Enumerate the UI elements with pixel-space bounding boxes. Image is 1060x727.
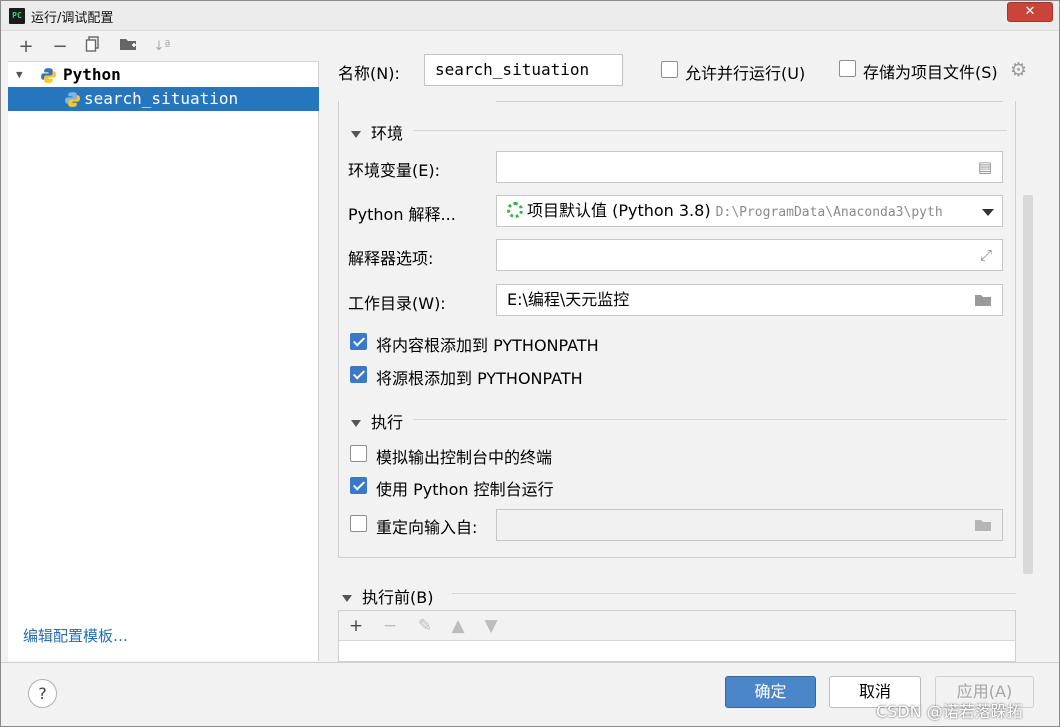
env-vars-label: 环境变量(E):: [348, 161, 440, 180]
ok-button[interactable]: 确定: [725, 676, 816, 708]
section-divider: [413, 130, 1007, 131]
working-dir-field[interactable]: E:\编程\天元监控: [496, 284, 1003, 316]
python-file-icon: [65, 92, 80, 107]
add-task-icon[interactable]: +: [345, 615, 367, 637]
allow-parallel-checkbox[interactable]: [661, 61, 678, 78]
help-button[interactable]: ?: [28, 679, 57, 708]
env-vars-field[interactable]: ▤: [496, 151, 1003, 183]
interpreter-label: Python 解释...: [348, 205, 456, 224]
working-dir-label: 工作目录(W):: [348, 294, 446, 313]
title-bar: PC 运行/调试配置 ✕: [1, 1, 1059, 31]
redirect-input-checkbox[interactable]: [350, 515, 367, 532]
execution-section-header[interactable]: 执行: [351, 409, 403, 433]
name-label: 名称(N):: [338, 64, 400, 83]
vertical-scrollbar[interactable]: [1023, 195, 1033, 574]
tree-item-search-situation[interactable]: search_situation: [8, 87, 319, 111]
chevron-down-icon[interactable]: ▼: [16, 63, 23, 87]
add-content-roots-label: 将内容根添加到 PYTHONPATH: [376, 336, 599, 355]
python-icon: [41, 68, 56, 83]
emulate-terminal-label: 模拟输出控制台中的终端: [376, 448, 553, 467]
collapse-arrow-icon: [351, 131, 361, 138]
new-folder-icon[interactable]: [117, 36, 139, 58]
interpreter-path: D:\ProgramData\Anaconda3\pyth: [715, 205, 943, 220]
allow-parallel-label: 允许并行运行(U): [685, 64, 806, 83]
add-content-roots-checkbox[interactable]: [350, 333, 367, 350]
add-source-roots-label: 将源根添加到 PYTHONPATH: [376, 369, 583, 388]
edit-config-templates-link[interactable]: 编辑配置模板…: [23, 625, 128, 646]
sort-icon[interactable]: ↓ª: [151, 36, 173, 58]
folder-icon[interactable]: [974, 285, 992, 315]
before-launch-toolbar: + − ✎ ▲ ▼: [339, 611, 1015, 641]
use-python-console-checkbox[interactable]: [350, 477, 367, 494]
run-debug-config-dialog: PC 运行/调试配置 ✕ + − ↓ª ▼ Python search_situ: [0, 0, 1060, 727]
remove-config-icon[interactable]: −: [49, 36, 71, 58]
use-python-console-label: 使用 Python 控制台运行: [376, 480, 554, 499]
window-title: 运行/调试配置: [31, 11, 114, 26]
copy-config-icon[interactable]: [82, 36, 104, 58]
emulate-terminal-checkbox[interactable]: [350, 445, 367, 462]
section-divider: [452, 593, 1016, 594]
execution-section-title: 执行: [371, 413, 404, 432]
config-tree-panel: + − ↓ª ▼ Python search_situation 编辑配置模板…: [8, 32, 319, 661]
working-dir-value: E:\编程\天元监控: [507, 290, 630, 309]
move-down-icon[interactable]: ▼: [480, 615, 502, 637]
watermark: CSDN @诺若落跺拓: [876, 702, 1023, 721]
tree-group-label: Python: [63, 65, 121, 84]
tree-group-python[interactable]: ▼ Python: [8, 63, 319, 87]
move-up-icon[interactable]: ▲: [447, 615, 469, 637]
folder-icon[interactable]: [974, 510, 992, 540]
tree-item-label: search_situation: [84, 89, 239, 108]
redirect-input-field[interactable]: [496, 509, 1003, 541]
expand-icon[interactable]: ⤢: [980, 240, 992, 270]
config-scroll-area: 环境 环境变量(E): ▤ Python 解释... 项目默认值 (Python…: [338, 101, 1016, 558]
config-tree: ▼ Python search_situation: [8, 63, 319, 111]
interpreter-select[interactable]: 项目默认值 (Python 3.8) D:\ProgramData\Anacon…: [496, 195, 1003, 227]
close-button[interactable]: ✕: [1007, 2, 1053, 22]
store-as-file-label: 存储为项目文件(S): [863, 63, 998, 82]
config-tree-toolbar: + − ↓ª: [8, 32, 319, 62]
before-launch-section-header[interactable]: 执行前(B): [342, 584, 433, 608]
environment-section-header[interactable]: 环境: [351, 120, 403, 144]
collapse-arrow-icon: [342, 595, 352, 602]
copy-icon: [85, 36, 99, 52]
before-launch-task-list: + − ✎ ▲ ▼: [338, 610, 1016, 662]
section-divider: [413, 419, 1007, 420]
add-config-icon[interactable]: +: [15, 36, 37, 58]
before-launch-title: 执行前(B): [362, 588, 434, 607]
add-source-roots-checkbox[interactable]: [350, 366, 367, 383]
dropdown-arrow-icon[interactable]: [982, 209, 994, 216]
redirect-input-label: 重定向输入自:: [376, 518, 478, 537]
collapse-arrow-icon: [351, 420, 361, 427]
environment-section-title: 环境: [371, 124, 404, 143]
gear-icon[interactable]: ⚙: [1010, 60, 1030, 80]
store-as-file-checkbox[interactable]: [839, 60, 856, 77]
interpreter-options-field[interactable]: ⤢: [496, 239, 1003, 271]
interpreter-value: 项目默认值 (Python 3.8): [527, 201, 711, 220]
list-edit-icon[interactable]: ▤: [978, 152, 992, 182]
script-field-edge: [496, 101, 1003, 102]
remove-task-icon[interactable]: −: [379, 615, 401, 637]
loading-spinner-icon: [507, 202, 523, 218]
pycharm-app-icon: PC: [9, 8, 25, 24]
interpreter-options-label: 解释器选项:: [348, 249, 434, 268]
name-input[interactable]: search_situation: [424, 54, 623, 86]
config-details-panel: 名称(N): search_situation 允许并行运行(U) 存储为项目文…: [320, 32, 1040, 662]
edit-task-icon[interactable]: ✎: [414, 615, 436, 637]
